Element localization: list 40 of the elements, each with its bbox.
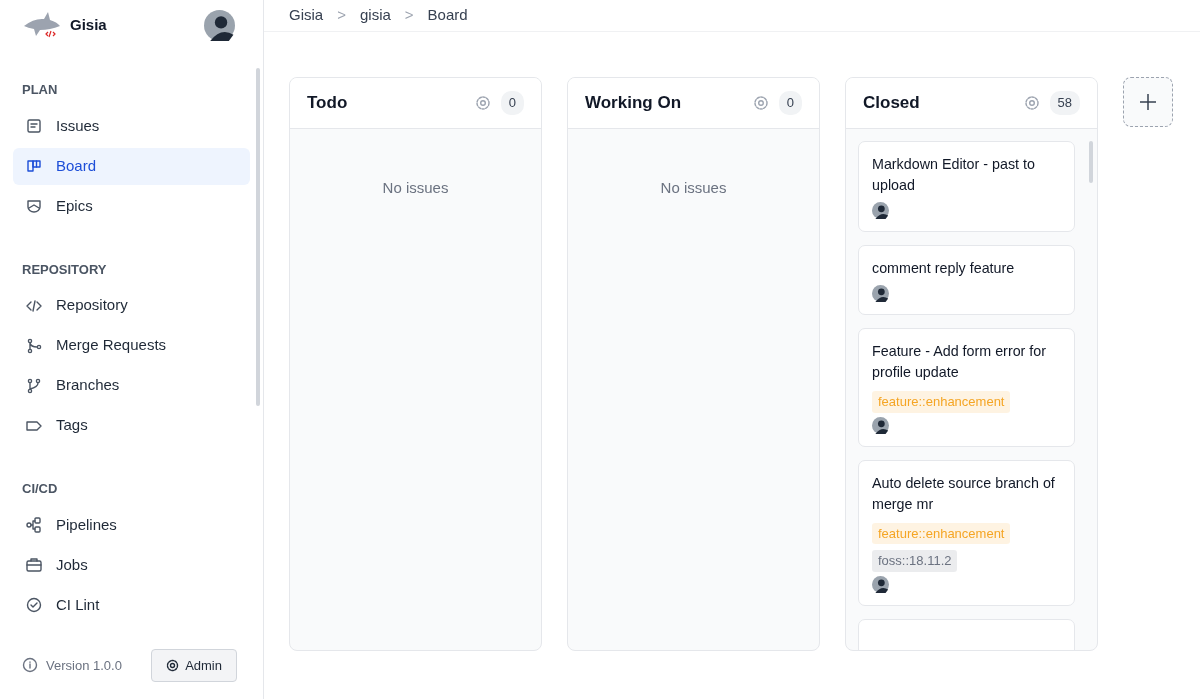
sidebar-item[interactable]: Branches <box>13 367 250 404</box>
issue-card[interactable]: Auto delete source branch of merge mr feature::enhancement foss::18.11.2 <box>858 459 1075 606</box>
sidebar-item[interactable]: CI Lint <box>13 586 250 624</box>
issue-card[interactable]: Markdown Editor - past to upload <box>858 141 1075 232</box>
section-title: PLAN <box>21 81 59 99</box>
count-badge: 0 <box>778 91 802 115</box>
issue-title: Markdown Editor - past to upload <box>872 155 1036 195</box>
admin-button[interactable]: Admin <box>151 648 237 682</box>
breadcrumb-link[interactable]: Board <box>427 4 468 27</box>
sidebar-item[interactable]: Epics <box>13 187 250 225</box>
count-badge: 0 <box>500 91 524 115</box>
section-title: CI/CD <box>21 480 59 498</box>
sidebar-item[interactable]: Repository <box>13 287 250 324</box>
breadcrumb-link[interactable]: gisia <box>359 4 391 27</box>
issue-title: comment reply feature <box>872 259 1016 278</box>
sidebar-item[interactable]: Jobs <box>13 546 250 584</box>
sidebar-item[interactable]: Issues <box>13 107 250 145</box>
sidebar-item[interactable]: Pipelines <box>13 506 250 544</box>
sidebar-item[interactable]: Tags <box>13 407 250 444</box>
section-title: REPOSITORY <box>21 260 108 279</box>
column-title: Closed <box>863 92 920 115</box>
sidebar-item[interactable]: Board <box>13 147 250 185</box>
empty-message: No issues <box>381 178 450 198</box>
column-title: Working On <box>585 92 681 115</box>
issue-card[interactable]: Feature - Add form error for profile update feature::enhancement <box>858 328 1075 447</box>
issue-title: Feature - Add form error for profile update <box>872 342 1047 382</box>
label-tag: feature::enhancement <box>872 522 1011 544</box>
breadcrumb-separator: > <box>404 5 414 26</box>
empty-message: No issues <box>659 178 728 198</box>
column-title: Todo <box>307 92 348 115</box>
sidebar-item[interactable]: Merge Requests <box>13 327 250 364</box>
count-badge: 58 <box>1049 91 1080 115</box>
app-name: Gisia <box>70 14 107 35</box>
label-tag: feature::enhancement <box>872 391 1011 413</box>
issue-card[interactable]: comment reply feature <box>858 245 1075 315</box>
breadcrumb-separator: > <box>337 5 346 26</box>
breadcrumb-link[interactable]: Gisia <box>289 4 324 27</box>
label-tag: foss::18.11.2 <box>872 550 958 572</box>
version-text: Version 1.0.0 <box>46 656 122 675</box>
issue-title: Auto delete source branch of merge mr <box>872 473 1056 514</box>
